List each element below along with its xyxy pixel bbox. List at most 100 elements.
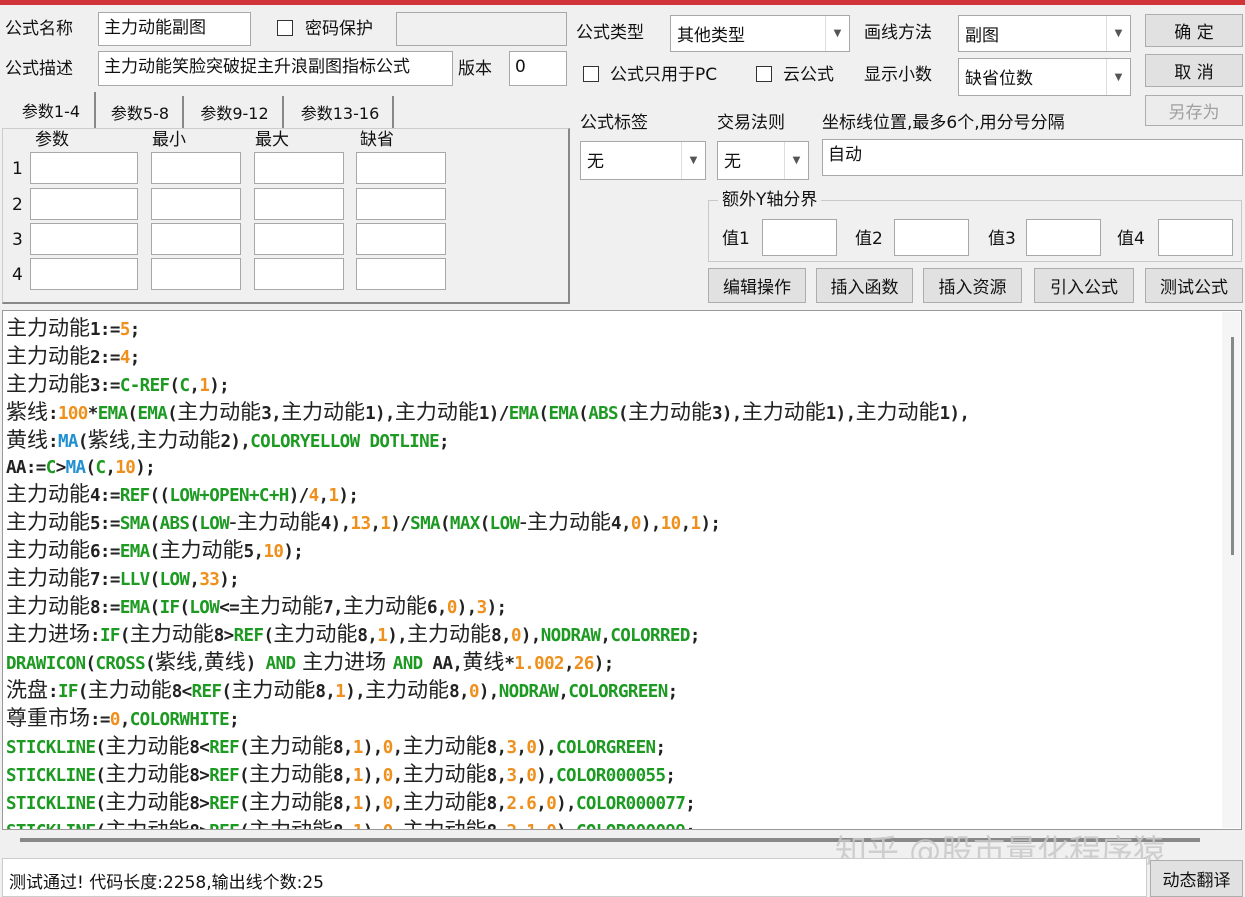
code-text: 主力动能 bbox=[855, 400, 940, 424]
param-name-input-3[interactable] bbox=[30, 223, 138, 255]
param-name-input-1[interactable] bbox=[30, 152, 138, 184]
code-punct: ), bbox=[640, 514, 661, 534]
code-punct: ; bbox=[667, 682, 679, 702]
tab-params-5-8[interactable]: 参数5-8 bbox=[98, 96, 184, 128]
code-punct: , bbox=[558, 682, 569, 702]
code-line: 主力动能2:=4; bbox=[6, 343, 969, 371]
param-min-input-4[interactable] bbox=[151, 258, 241, 290]
insert-resource-button[interactable]: 插入资源 bbox=[923, 268, 1022, 303]
y-value-3-input[interactable] bbox=[1026, 219, 1101, 256]
cancel-button[interactable]: 取 消 bbox=[1145, 54, 1243, 87]
save-as-button[interactable]: 另存为 bbox=[1145, 95, 1243, 126]
code-punct: , bbox=[105, 458, 116, 478]
code-number: 10 bbox=[660, 514, 681, 534]
param-max-input-3[interactable] bbox=[254, 223, 344, 255]
tab-params-1-4[interactable]: 参数1-4 bbox=[8, 92, 96, 128]
insert-function-button[interactable]: 插入函数 bbox=[816, 268, 913, 303]
code-keyword: SMA bbox=[119, 514, 150, 534]
code-number: 2.6 bbox=[506, 794, 537, 814]
code-punct: , bbox=[370, 514, 381, 534]
code-punct: ( bbox=[221, 682, 232, 702]
code-editor[interactable]: 主力动能1:=5; 主力动能2:=4; 主力动能3:=C-REF(C,1); 紫线:1… bbox=[2, 310, 1242, 830]
import-formula-button[interactable]: 引入公式 bbox=[1034, 268, 1134, 303]
param-default-input-2[interactable] bbox=[356, 188, 446, 220]
code-number: 1 bbox=[380, 514, 391, 534]
y-value-2-input[interactable] bbox=[894, 219, 969, 256]
formula-type-select[interactable]: 其他类型 ▼ bbox=[670, 15, 850, 52]
code-punct: ( bbox=[538, 404, 550, 424]
code-keyword: REF bbox=[209, 766, 240, 786]
param-min-input-2[interactable] bbox=[151, 188, 241, 220]
pc-only-checkbox[interactable] bbox=[583, 66, 599, 82]
tab-params-13-16[interactable]: 参数13-16 bbox=[288, 96, 394, 128]
code-text: 黄线 bbox=[462, 650, 505, 674]
param-min-input-1[interactable] bbox=[151, 152, 241, 184]
code-text: 主力动能 bbox=[231, 678, 316, 702]
param-name-input-4[interactable] bbox=[30, 258, 138, 290]
code-number: 1 bbox=[690, 514, 702, 534]
axis-lines-input[interactable]: 自动 bbox=[822, 139, 1243, 176]
code-number: 0 bbox=[383, 822, 394, 829]
code-punct: ( bbox=[149, 514, 161, 534]
y-value-4-label: 值4 bbox=[1117, 229, 1145, 249]
param-row-number: 2 bbox=[12, 195, 23, 215]
code-keyword: CROSS bbox=[95, 654, 146, 674]
code-keyword: LOW bbox=[189, 598, 220, 618]
code-punct: AA:= bbox=[6, 458, 46, 478]
decimal-select[interactable]: 缺省位数 ▼ bbox=[958, 58, 1131, 96]
code-punct: ( bbox=[578, 404, 589, 424]
code-number: 10 bbox=[263, 542, 284, 562]
code-text: 主力动能 bbox=[402, 790, 487, 814]
window-top-border bbox=[0, 0, 1245, 5]
param-default-input-4[interactable] bbox=[356, 258, 446, 290]
cloud-formula-checkbox[interactable] bbox=[756, 66, 772, 82]
code-keyword: AND bbox=[392, 654, 423, 674]
param-default-input-1[interactable] bbox=[356, 152, 446, 184]
param-max-input-1[interactable] bbox=[254, 152, 344, 184]
tab-params-9-12[interactable]: 参数9-12 bbox=[187, 96, 284, 128]
trade-rule-label: 交易法则 bbox=[717, 113, 785, 133]
code-text: 主力动能 bbox=[365, 678, 450, 702]
param-max-input-4[interactable] bbox=[254, 258, 344, 290]
code-number: 1 bbox=[353, 822, 364, 829]
vertical-scrollbar-thumb[interactable] bbox=[1231, 337, 1234, 555]
formula-tag-select[interactable]: 无 ▼ bbox=[580, 141, 706, 180]
trade-rule-select[interactable]: 无 ▼ bbox=[717, 141, 809, 180]
y-value-4-input[interactable] bbox=[1158, 219, 1233, 256]
code-text: 紫线,黄线 bbox=[155, 650, 246, 674]
code-punct: ); bbox=[486, 598, 507, 618]
ok-button[interactable]: 确 定 bbox=[1145, 14, 1243, 47]
draw-method-value: 副图 bbox=[965, 26, 999, 46]
code-punct: ( bbox=[85, 458, 97, 478]
param-default-input-3[interactable] bbox=[356, 223, 446, 255]
code-punct: 2), bbox=[220, 432, 251, 452]
code-punct: , bbox=[392, 766, 404, 786]
code-punct: 3, bbox=[261, 404, 282, 424]
dynamic-translate-button[interactable]: 动态翻译 bbox=[1150, 860, 1243, 897]
code-text: 主力动能 bbox=[6, 316, 90, 340]
y-value-1-input[interactable] bbox=[762, 219, 837, 256]
test-formula-button[interactable]: 测试公式 bbox=[1145, 268, 1243, 303]
param-min-input-3[interactable] bbox=[151, 223, 241, 255]
code-text: -主力动能 bbox=[519, 510, 612, 534]
edit-operations-button[interactable]: 编辑操作 bbox=[708, 268, 806, 303]
code-text: 主力动能 bbox=[6, 538, 90, 562]
code-punct: ), bbox=[345, 682, 366, 702]
code-keyword: C bbox=[95, 458, 106, 478]
code-punct: 6, bbox=[426, 598, 447, 618]
version-input[interactable]: 0 bbox=[509, 51, 567, 86]
param-name-input-2[interactable] bbox=[30, 188, 138, 220]
code-line: AA:=C>MA(C,10); bbox=[6, 455, 969, 481]
chevron-down-icon: ▼ bbox=[825, 16, 849, 51]
code-punct: ( bbox=[149, 570, 161, 590]
password-input[interactable] bbox=[396, 12, 567, 46]
code-line: 主力动能1:=5; bbox=[6, 315, 969, 343]
formula-desc-input[interactable]: 主力动能笑脸突破捉主升浪副图指标公式 bbox=[98, 51, 453, 86]
draw-method-select[interactable]: 副图 ▼ bbox=[958, 15, 1131, 52]
password-protect-checkbox[interactable] bbox=[277, 20, 293, 36]
code-line: 尊重市场:=0,COLORWHITE; bbox=[6, 705, 969, 733]
formula-name-input[interactable]: 主力动能副图 bbox=[98, 12, 251, 46]
param-max-input-2[interactable] bbox=[254, 188, 344, 220]
code-function: MA bbox=[57, 432, 78, 452]
code-punct: ; bbox=[439, 432, 450, 452]
